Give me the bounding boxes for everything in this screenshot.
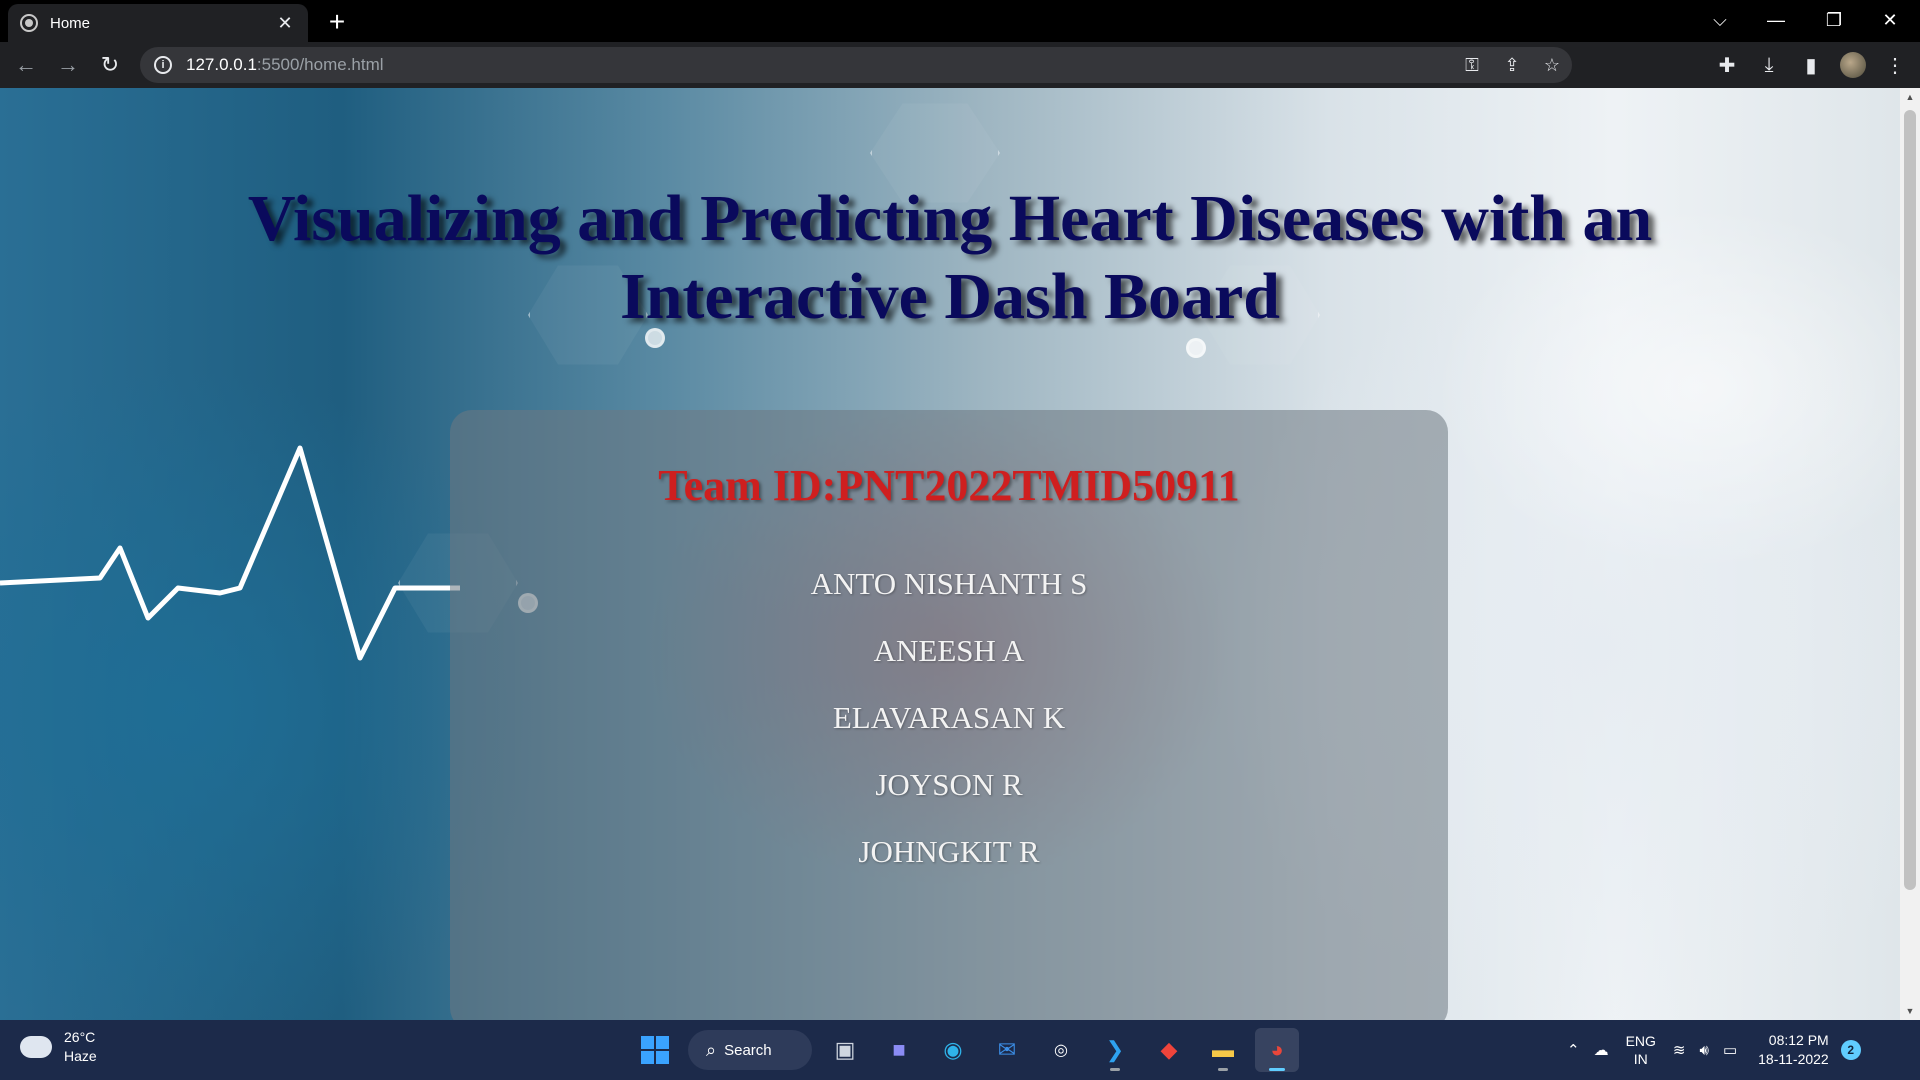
taskbar-search[interactable]: ⌕ Search [688, 1030, 812, 1070]
mail-icon[interactable]: ✉ [985, 1028, 1029, 1072]
reload-button[interactable]: ↻ [90, 45, 130, 85]
page-title: Visualizing and Predicting Heart Disease… [247, 182, 1653, 333]
clock-time: 08:12 PM [1768, 1032, 1829, 1048]
search-label: Search [724, 1041, 772, 1059]
clock-date: 18-11-2022 [1758, 1051, 1829, 1067]
lang-bottom: IN [1633, 1051, 1648, 1067]
browser-tab-home[interactable]: Home ✕ [8, 4, 308, 42]
windows-logo-icon [641, 1036, 669, 1064]
onedrive-cloud-icon[interactable]: ☁ [1594, 1041, 1609, 1059]
extension-area: ✚ ⤓ ▮ ⋮ [1706, 42, 1916, 88]
restore-button[interactable]: ❐ [1806, 0, 1862, 40]
url-path: :5500/home.html [256, 55, 384, 74]
back-button[interactable]: ← [6, 45, 46, 85]
globe-icon [20, 14, 38, 32]
task-view-icon[interactable]: ▣ [823, 1028, 867, 1072]
battery-icon[interactable]: ▭ [1723, 1041, 1737, 1059]
profile-avatar[interactable] [1840, 52, 1866, 78]
bookmark-star-icon[interactable]: ☆ [1532, 55, 1572, 76]
edge-browser-icon[interactable]: ◉ [931, 1028, 975, 1072]
weather-haze-icon [16, 1028, 52, 1058]
address-bar[interactable]: i 127.0.0.1:5500/home.html ⚿ ⇪ ☆ [140, 47, 1572, 83]
page-background: Visualizing and Predicting Heart Disease… [0, 88, 1900, 1020]
volume-icon[interactable]: 🔊︎ [1700, 1042, 1709, 1059]
file-explorer-icon[interactable]: ▬ [1201, 1028, 1245, 1072]
forward-button[interactable]: → [48, 45, 88, 85]
tab-search-chevron-icon[interactable]: ⌵ [1692, 0, 1748, 40]
team-member: ELAVARASAN K [832, 700, 1066, 735]
browser-toolbar: ← → ↻ i 127.0.0.1:5500/home.html ⚿ ⇪ ☆ [0, 42, 1920, 88]
share-icon[interactable]: ⇪ [1492, 55, 1532, 76]
info-icon[interactable]: i [154, 56, 172, 74]
scrollbar-thumb[interactable] [1904, 110, 1916, 890]
close-window-button[interactable]: ✕ [1862, 0, 1918, 40]
ecg-line-icon [0, 445, 460, 661]
clock[interactable]: 08:12 PM 18-11-2022 [1758, 1031, 1829, 1069]
scroll-down-icon[interactable]: ▼ [1900, 1002, 1920, 1020]
new-tab-button[interactable]: + [322, 6, 352, 38]
menu-kebab-icon[interactable]: ⋮ [1874, 53, 1916, 78]
chrome-icon[interactable]: ◕ [1255, 1028, 1299, 1072]
tab-strip: Home ✕ + ⌵ — ❐ ✕ [0, 0, 1920, 42]
wifi-icon[interactable]: ≋ [1673, 1041, 1686, 1059]
extensions-puzzle-icon[interactable]: ✚ [1706, 53, 1748, 78]
team-member: JOYSON R [875, 767, 1023, 802]
teams-chat-icon[interactable]: ■ [877, 1028, 921, 1072]
scroll-up-icon[interactable]: ▲ [1900, 88, 1920, 106]
show-hidden-icons-chevron-icon[interactable]: ⌃ [1567, 1041, 1580, 1059]
start-button[interactable] [633, 1028, 677, 1072]
team-id: Team ID:PNT2022TMID50911 [658, 461, 1240, 510]
team-member-list: ANTO NISHANTH S ANEESH A ELAVARASAN K JO… [450, 550, 1448, 885]
language-indicator[interactable]: ENG IN [1626, 1032, 1656, 1068]
key-icon[interactable]: ⚿ [1452, 55, 1492, 76]
weather-temp: 26°C [64, 1029, 96, 1045]
network-node [1186, 338, 1206, 358]
url-host: 127.0.0.1 [186, 55, 257, 74]
weather-widget[interactable]: 26°C Haze [16, 1028, 97, 1066]
team-member: ANEESH A [873, 633, 1025, 668]
minimize-button[interactable]: — [1748, 0, 1804, 40]
notification-badge[interactable]: 2 [1840, 1040, 1861, 1060]
team-card: Team ID:PNT2022TMID50911 ANTO NISHANTH S… [450, 410, 1448, 1020]
vscode-icon[interactable]: ❯ [1093, 1028, 1137, 1072]
taskbar: 26°C Haze ⌕ Search ▣ ■ ◉ ✉ ◎ ❯ ◆ ▬ ◕ ⌃ ☁… [0, 1020, 1920, 1080]
lang-top: ENG [1625, 1033, 1656, 1049]
team-member: ANTO NISHANTH S [810, 566, 1088, 601]
team-member: JOHNGKIT R [858, 834, 1040, 869]
anydesk-icon[interactable]: ◆ [1147, 1028, 1191, 1072]
weather-desc: Haze [64, 1048, 97, 1064]
taskbar-apps: ⌕ Search ▣ ■ ◉ ✉ ◎ ❯ ◆ ▬ ◕ [628, 1028, 1304, 1072]
tab-title: Home [50, 14, 91, 32]
system-tray: ⌃ ☁ ENG IN ≋ 🔊︎ ▭ 08:12 PM 18-11-2022 2 [1560, 1020, 1861, 1080]
vertical-scrollbar[interactable]: ▲ ▼ [1900, 88, 1920, 1020]
download-icon[interactable]: ⤓ [1748, 54, 1790, 77]
search-icon: ⌕ [706, 1039, 717, 1060]
close-tab-icon[interactable]: ✕ [274, 13, 296, 34]
side-panel-icon[interactable]: ▮ [1790, 53, 1832, 78]
dell-icon[interactable]: ◎ [1039, 1028, 1083, 1072]
